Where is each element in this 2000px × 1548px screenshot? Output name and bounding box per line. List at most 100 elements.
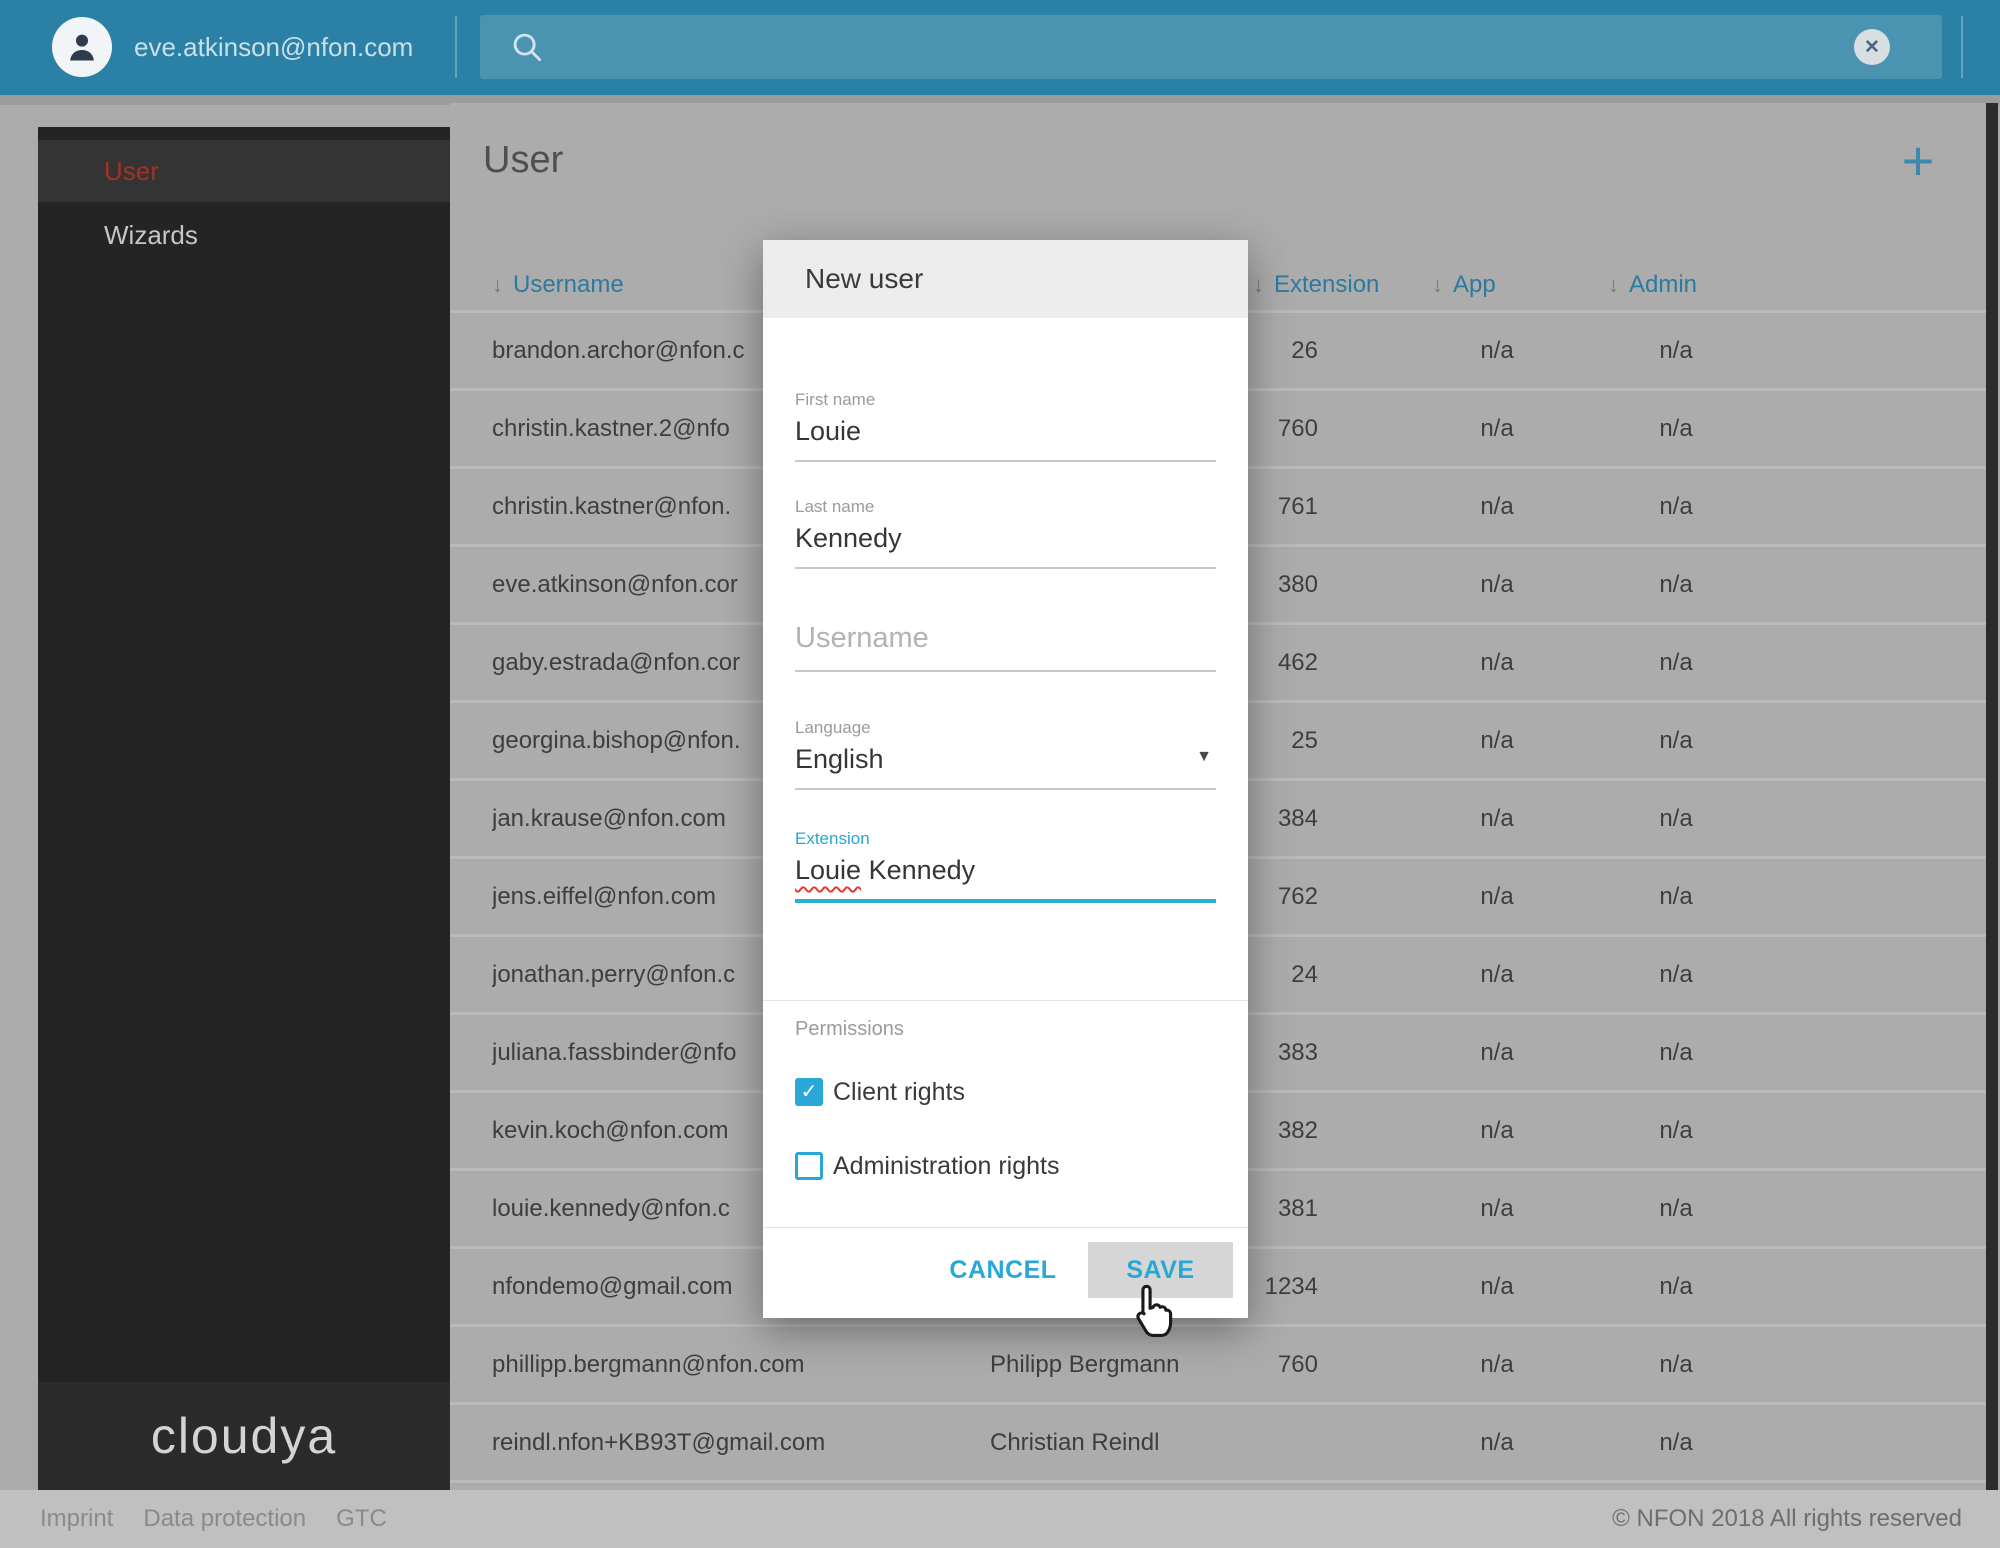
cell-username: nfondemo@gmail.com (492, 1249, 732, 1324)
cell-username: phillipp.bergmann@nfon.com (492, 1327, 805, 1402)
extension-rest: Kennedy (861, 855, 975, 885)
cloudya-logo: cloudya (151, 1407, 337, 1465)
cell-app: n/a (1447, 1015, 1547, 1090)
column-header-app[interactable]: ↓App (1432, 263, 1496, 307)
input-underline (795, 670, 1216, 672)
cell-admin: n/a (1626, 625, 1726, 700)
cell-username: brandon.archor@nfon.c (492, 313, 745, 388)
cell-app: n/a (1447, 313, 1547, 388)
permissions-label: Permissions (795, 1018, 904, 1041)
cell-username: eve.atkinson@nfon.cor (492, 547, 738, 622)
input-underline (795, 567, 1216, 569)
extension-input[interactable]: Louie Kennedy (795, 855, 975, 886)
cancel-button[interactable]: CANCEL (948, 1242, 1058, 1298)
cell-app: n/a (1447, 1327, 1547, 1402)
cell-username: jonathan.perry@nfon.c (492, 937, 735, 1012)
cell-app: n/a (1447, 1405, 1547, 1480)
cell-username: louie.kennedy@nfon.c (492, 1171, 730, 1246)
chevron-down-icon[interactable]: ▼ (1196, 748, 1212, 766)
logo-block: cloudya (38, 1382, 450, 1490)
cell-admin: n/a (1626, 1327, 1726, 1402)
dialog-title: New user (763, 240, 1248, 318)
cell-admin: n/a (1626, 547, 1726, 622)
cell-app: n/a (1447, 1093, 1547, 1168)
table-row[interactable]: phillipp.bergmann@nfon.comPhilipp Bergma… (450, 1327, 1986, 1405)
focused-underline (795, 899, 1216, 903)
cell-app: n/a (1447, 547, 1547, 622)
footer-links: Imprint Data protection GTC (40, 1490, 387, 1548)
cell-extension (1198, 1405, 1318, 1480)
cell-admin: n/a (1626, 781, 1726, 856)
username-input[interactable]: Username (795, 622, 929, 655)
cell-app: n/a (1447, 469, 1547, 544)
cell-admin: n/a (1626, 703, 1726, 778)
top-bar: eve.atkinson@nfon.com ✕ (0, 0, 2000, 95)
misspelled-word: Louie (795, 855, 861, 885)
language-select[interactable]: English (795, 744, 884, 775)
topbar-divider (1961, 16, 1963, 78)
page-title: User (483, 139, 563, 182)
cell-username: christin.kastner.2@nfo (492, 391, 730, 466)
cell-username: jan.krause@nfon.com (492, 781, 726, 856)
cell-name: Christian Reindl (990, 1405, 1159, 1480)
search-input[interactable]: ✕ (480, 15, 1942, 79)
cell-app: n/a (1447, 1249, 1547, 1324)
language-label: Language (795, 718, 871, 738)
cell-username: georgina.bishop@nfon. (492, 703, 741, 778)
cell-admin: n/a (1626, 1015, 1726, 1090)
cell-app: n/a (1447, 781, 1547, 856)
cell-admin: n/a (1626, 313, 1726, 388)
topbar-divider (455, 16, 457, 78)
vertical-scrollbar[interactable] (1986, 103, 1998, 1490)
sort-down-icon: ↓ (1432, 272, 1443, 297)
data-protection-link[interactable]: Data protection (143, 1505, 306, 1533)
last-name-label: Last name (795, 497, 874, 517)
cell-admin: n/a (1626, 1093, 1726, 1168)
first-name-label: First name (795, 390, 875, 410)
cell-app: n/a (1447, 703, 1547, 778)
account-email[interactable]: eve.atkinson@nfon.com (134, 0, 413, 95)
client-rights-label: Client rights (833, 1077, 965, 1107)
administration-rights-checkbox[interactable] (795, 1152, 823, 1180)
cell-admin: n/a (1626, 1405, 1726, 1480)
last-name-input[interactable]: Kennedy (795, 523, 902, 554)
avatar[interactable] (52, 17, 112, 77)
copyright-text: © NFON 2018 All rights reserved (1612, 1490, 1962, 1548)
cell-username: reindl.nfon+KB93T@gmail.com (492, 1405, 825, 1480)
cell-username: christin.kastner@nfon. (492, 469, 731, 544)
sidebar: User Wizards cloudya (38, 127, 450, 1490)
client-rights-checkbox[interactable]: ✓ (795, 1078, 823, 1106)
column-header-admin[interactable]: ↓Admin (1608, 263, 1697, 307)
search-icon (508, 28, 546, 66)
divider (763, 1000, 1248, 1001)
cell-app: n/a (1447, 625, 1547, 700)
column-header-extension[interactable]: ↓Extension (1253, 263, 1379, 307)
sort-down-icon: ↓ (492, 272, 503, 297)
cell-app: n/a (1447, 859, 1547, 934)
cell-admin: n/a (1626, 1249, 1726, 1324)
sidebar-item-user[interactable]: User (38, 140, 450, 202)
administration-rights-label: Administration rights (833, 1151, 1059, 1181)
cell-admin: n/a (1626, 859, 1726, 934)
cell-admin: n/a (1626, 391, 1726, 466)
gtc-link[interactable]: GTC (336, 1505, 387, 1533)
cell-app: n/a (1447, 1171, 1547, 1246)
user-icon (63, 28, 101, 66)
input-underline (795, 460, 1216, 462)
footer: Imprint Data protection GTC © NFON 2018 … (0, 1490, 2000, 1548)
first-name-input[interactable]: Louie (795, 416, 861, 447)
imprint-link[interactable]: Imprint (40, 1505, 113, 1533)
column-header-username[interactable]: ↓Username (492, 263, 624, 307)
cell-username: kevin.koch@nfon.com (492, 1093, 728, 1168)
input-underline (795, 788, 1216, 790)
extension-label: Extension (795, 829, 870, 849)
cell-username: jens.eiffel@nfon.com (492, 859, 716, 934)
cell-admin: n/a (1626, 937, 1726, 1012)
sort-down-icon: ↓ (1608, 272, 1619, 297)
cell-app: n/a (1447, 937, 1547, 1012)
clear-search-icon[interactable]: ✕ (1854, 29, 1890, 65)
cell-app: n/a (1447, 391, 1547, 466)
add-user-button[interactable]: + (1888, 131, 1948, 191)
sidebar-item-wizards[interactable]: Wizards (38, 204, 450, 266)
table-row[interactable]: reindl.nfon+KB93T@gmail.com Christian Rei… (450, 1405, 1986, 1483)
